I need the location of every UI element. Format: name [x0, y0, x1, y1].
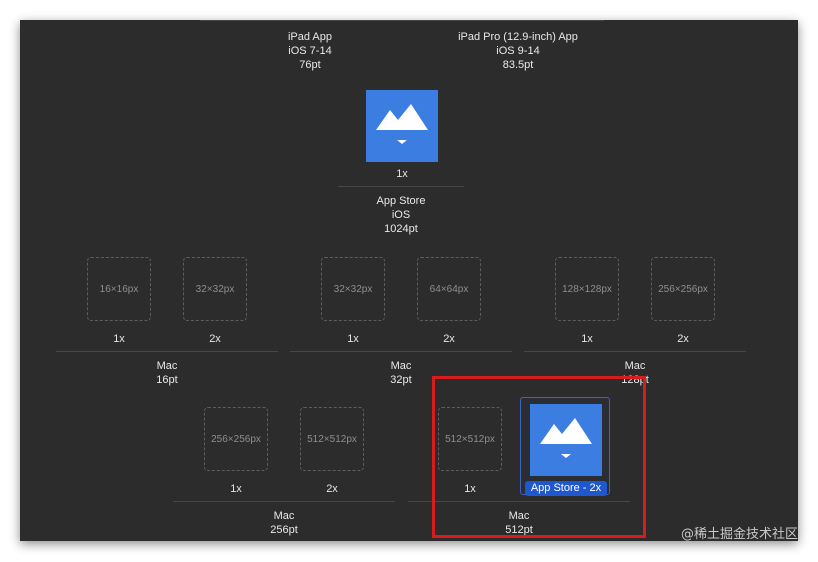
icon-slot[interactable]: 256×256px — [204, 407, 268, 471]
icon-slot[interactable]: 32×32px — [321, 257, 385, 321]
group-os: iOS 7-14 — [288, 45, 332, 57]
scale-label: 2x — [209, 333, 221, 345]
scale-label: 2x — [677, 333, 689, 345]
divider — [290, 351, 512, 352]
scale-label: 1x — [396, 168, 408, 180]
scale-label: 1x — [230, 483, 242, 495]
app-store-icon-slot[interactable] — [366, 90, 438, 162]
scale-label: 1x — [347, 333, 359, 345]
app-store-ios-group: App Store iOS 1024pt — [338, 186, 464, 236]
group-size: 83.5pt — [502, 59, 534, 71]
mac-256pt-group: Mac 256pt — [173, 501, 395, 537]
scale-label: 2x — [443, 333, 455, 345]
group-name: Mac — [390, 360, 412, 372]
divider — [200, 20, 604, 21]
icon-slot[interactable]: 32×32px — [183, 257, 247, 321]
icon-slot[interactable]: 128×128px — [555, 257, 619, 321]
highlight-annotation — [432, 376, 646, 538]
mac-16pt-group: Mac 16pt — [56, 351, 278, 387]
watermark: @稀土掘金技术社区 — [680, 527, 798, 542]
icon-slot[interactable]: 512×512px — [300, 407, 364, 471]
divider — [524, 351, 746, 352]
group-size: 16pt — [156, 374, 178, 386]
icon-slot[interactable]: 64×64px — [417, 257, 481, 321]
group-name: App Store — [376, 195, 426, 207]
scale-label: 1x — [113, 333, 125, 345]
ipad-pro-app-group: iPad Pro (12.9-inch) App iOS 9-14 83.5pt — [438, 30, 598, 72]
app-icon-set-editor: iPad App iOS 7-14 76pt iPad Pro (12.9-in… — [20, 20, 798, 541]
group-name: iPad App — [287, 31, 333, 43]
group-name: Mac — [624, 360, 646, 372]
group-size: 1024pt — [384, 223, 418, 235]
scale-label: 1x — [581, 333, 593, 345]
scale-label: 2x — [326, 483, 338, 495]
mountain-icon — [376, 104, 428, 144]
divider — [173, 501, 395, 502]
icon-slot[interactable]: 256×256px — [651, 257, 715, 321]
group-name: Mac — [156, 360, 178, 372]
group-size: 256pt — [270, 524, 298, 536]
group-os: iOS — [391, 209, 411, 221]
group-size: 76pt — [299, 59, 321, 71]
divider — [56, 351, 278, 352]
group-name: iPad Pro (12.9-inch) App — [458, 31, 578, 43]
group-os: iOS 9-14 — [496, 45, 540, 57]
icon-slot[interactable]: 16×16px — [87, 257, 151, 321]
group-name: Mac — [273, 510, 295, 522]
divider — [338, 186, 464, 187]
ipad-app-group: iPad App iOS 7-14 76pt — [250, 30, 370, 72]
